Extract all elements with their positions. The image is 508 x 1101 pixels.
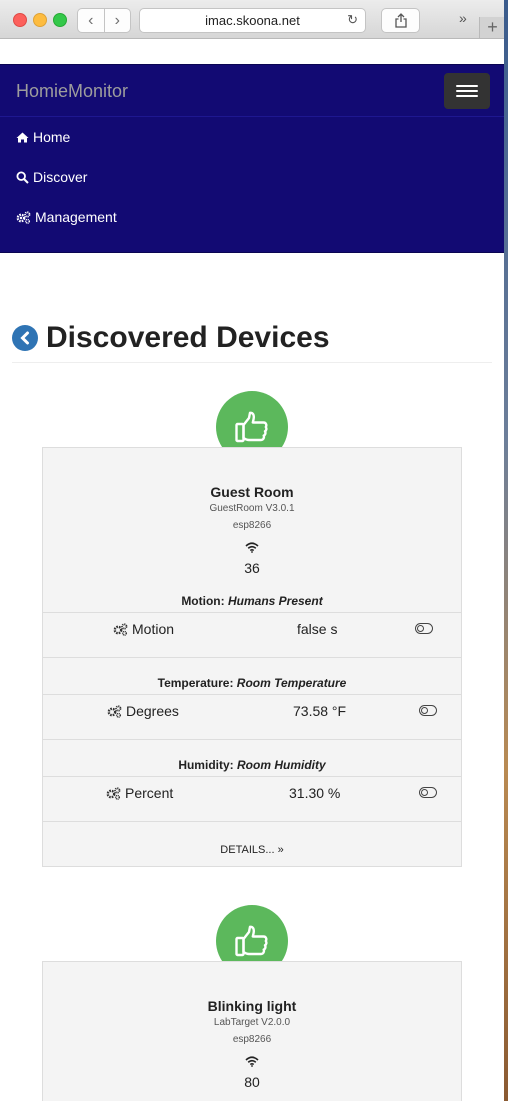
search-icon	[16, 170, 29, 184]
device-platform: esp8266	[232, 1034, 272, 1045]
brand-link[interactable]: HomieMonitor	[16, 81, 128, 102]
device-card: Guest Room GuestRoom V3.0.1 esp8266 36 M…	[42, 447, 462, 867]
gears-icon	[16, 210, 31, 224]
property-row: Degrees 73.58 °F	[43, 695, 461, 740]
details-label: DETAILS...	[220, 844, 275, 856]
details-link[interactable]: DETAILS... »	[43, 822, 461, 868]
device-firmware: GuestRoom V3.0.1	[209, 503, 295, 514]
nav-item-management[interactable]: Management	[0, 197, 504, 237]
gears-icon	[113, 622, 128, 636]
gears-icon	[106, 786, 121, 800]
node-name: Humans Present	[227, 594, 323, 608]
more-tabs-icon[interactable]: »	[459, 10, 467, 26]
browser-toolbar: ‹ › imac.skoona.net ↻ » +	[0, 0, 504, 39]
property-row: Motion false s	[43, 613, 461, 658]
page-header: Discovered Devices	[12, 314, 492, 363]
device-firmware: LabTarget V2.0.0	[213, 1017, 291, 1028]
history-buttons: ‹ ›	[77, 8, 131, 33]
property-value: 73.58 °F	[293, 703, 347, 719]
property-value: false s	[297, 621, 338, 637]
browser-window: ‹ › imac.skoona.net ↻ » + HomieMonitor H	[0, 0, 504, 1101]
thumbs-up-icon	[235, 925, 268, 957]
toggle-icon[interactable]	[419, 787, 437, 798]
node-title: Temperature: Room Temperature	[43, 658, 461, 695]
site-navbar: HomieMonitor Home Discover Management	[0, 64, 504, 253]
back-icon[interactable]: ‹	[78, 9, 105, 32]
toggle-icon[interactable]	[415, 623, 433, 634]
toggle-icon[interactable]	[419, 705, 437, 716]
device-platform: esp8266	[232, 520, 272, 531]
property-value: 31.30 %	[289, 785, 341, 801]
node-type: Humidity	[178, 758, 230, 772]
page-title: Discovered Devices	[46, 321, 330, 354]
signal-strength: 36	[244, 560, 260, 576]
property-row: Percent 31.30 %	[43, 777, 461, 822]
nav-item-home[interactable]: Home	[0, 117, 504, 157]
nav-item-label: Home	[33, 129, 71, 145]
device-name: Blinking light	[207, 998, 297, 1014]
minimize-window-button[interactable]	[33, 13, 47, 27]
address-bar[interactable]: imac.skoona.net ↻	[139, 8, 366, 33]
nav-item-discover[interactable]: Discover	[0, 157, 504, 197]
share-icon	[394, 13, 407, 28]
zoom-window-button[interactable]	[53, 13, 67, 27]
share-button[interactable]	[381, 8, 420, 33]
new-tab-button[interactable]: +	[479, 17, 504, 38]
forward-icon[interactable]: ›	[105, 9, 131, 32]
node-title: Humidity: Room Humidity	[43, 740, 461, 777]
nav-menu: Home Discover Management	[0, 116, 504, 237]
reload-icon[interactable]: ↻	[347, 12, 358, 28]
hamburger-menu-button[interactable]	[444, 73, 490, 109]
double-chevron-right-icon: »	[277, 844, 284, 856]
node-type: Motion	[181, 594, 221, 608]
wifi-icon	[43, 1054, 461, 1072]
nav-item-label: Discover	[33, 169, 88, 185]
thumbs-up-icon	[235, 411, 268, 443]
property-name: Motion	[132, 621, 175, 637]
device-name: Guest Room	[210, 484, 294, 500]
chevron-left-icon	[20, 331, 29, 345]
close-window-button[interactable]	[13, 13, 27, 27]
node-type: Temperature	[157, 676, 230, 690]
node-name: Room Temperature	[236, 676, 347, 690]
property-name: Percent	[125, 785, 174, 801]
home-icon	[16, 132, 29, 142]
signal-strength: 80	[244, 1074, 260, 1090]
node-name: Room Humidity	[237, 758, 326, 772]
address-text: imac.skoona.net	[205, 13, 300, 28]
nav-item-label: Management	[35, 209, 117, 225]
gears-icon	[107, 704, 122, 718]
device-card: Blinking light LabTarget V2.0.0 esp8266 …	[42, 961, 462, 1101]
back-button[interactable]	[12, 325, 38, 351]
node-title: Motion: Humans Present	[43, 576, 461, 613]
property-name: Degrees	[126, 703, 179, 719]
wifi-icon	[43, 540, 461, 558]
